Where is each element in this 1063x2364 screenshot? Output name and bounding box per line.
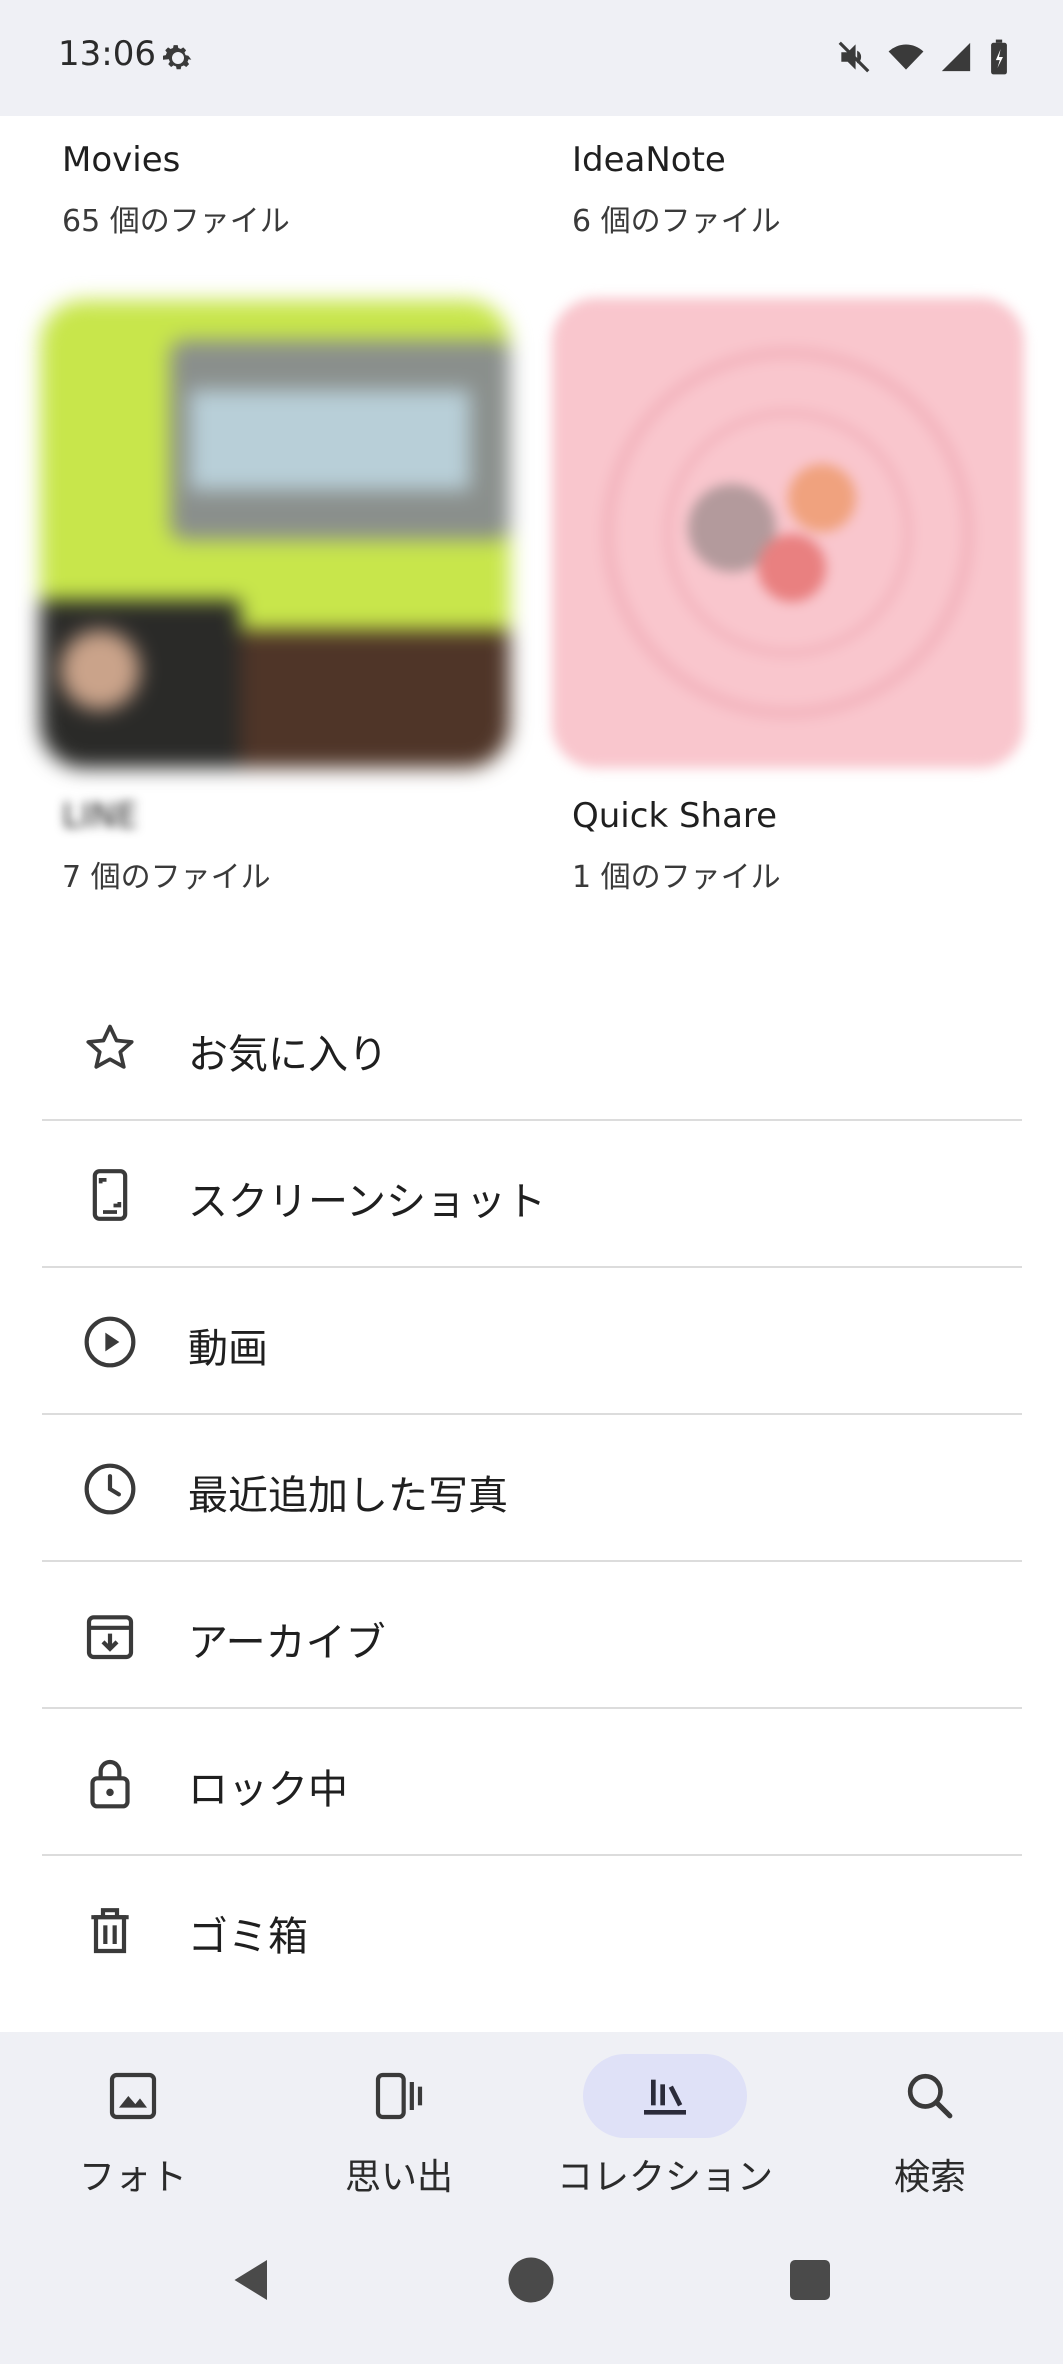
nav-memories[interactable]: 思い出 bbox=[266, 2032, 532, 2252]
utility-trash[interactable]: ゴミ箱 bbox=[42, 1856, 1022, 2001]
utility-screenshots[interactable]: スクリーンショット bbox=[42, 1121, 1022, 1268]
battery-charging-icon bbox=[991, 39, 1007, 75]
nav-label: フォト bbox=[78, 2157, 187, 2198]
utility-label: 動画 bbox=[188, 1326, 268, 1372]
nav-label: 検索 bbox=[893, 2157, 966, 2198]
utility-favorites[interactable]: お気に入り bbox=[42, 974, 1022, 1121]
utility-locked[interactable]: ロック中 bbox=[42, 1709, 1022, 1856]
utility-label: アーカイブ bbox=[188, 1620, 386, 1666]
mute-icon bbox=[838, 41, 870, 73]
utility-videos[interactable]: 動画 bbox=[42, 1268, 1022, 1415]
album-title: Quick Share bbox=[572, 796, 778, 836]
utility-recently-added[interactable]: 最近追加した写真 bbox=[42, 1415, 1022, 1562]
archive-icon bbox=[86, 1615, 134, 1660]
utility-label: ロック中 bbox=[188, 1767, 348, 1813]
quick-share-thumbnail-image bbox=[552, 298, 1024, 768]
utility-label: スクリーンショット bbox=[188, 1179, 546, 1225]
clock-icon bbox=[84, 1463, 136, 1515]
nav-label: 思い出 bbox=[344, 2157, 453, 2198]
nav-collections[interactable]: コレクション bbox=[532, 2032, 798, 2252]
settings-gear-icon bbox=[163, 45, 192, 70]
star-icon bbox=[86, 1024, 134, 1069]
collections-icon bbox=[644, 2079, 686, 2115]
screenshot-icon bbox=[92, 1169, 128, 1221]
back-icon[interactable] bbox=[222, 2250, 282, 2310]
album-count: 7 個のファイル bbox=[62, 860, 271, 895]
album-count: 1 個のファイル bbox=[572, 860, 781, 895]
photo-icon bbox=[109, 2072, 157, 2120]
nav-search[interactable]: 検索 bbox=[797, 2032, 1063, 2252]
line-thumbnail-image bbox=[40, 300, 510, 768]
album-title: Movies bbox=[62, 140, 181, 180]
nav-photos[interactable]: フォト bbox=[0, 2032, 266, 2252]
album-count: 6 個のファイル bbox=[572, 204, 781, 239]
play-circle-icon bbox=[84, 1316, 136, 1368]
status-bar: 13:06 bbox=[0, 0, 1063, 116]
lock-icon bbox=[90, 1759, 130, 1809]
utility-archive[interactable]: アーカイブ bbox=[42, 1562, 1022, 1709]
nav-label: コレクション bbox=[556, 2157, 773, 2198]
search-icon bbox=[907, 2073, 953, 2119]
signal-icon bbox=[941, 42, 971, 72]
album-title: LINE bbox=[62, 796, 138, 836]
album-line-thumbnail[interactable] bbox=[40, 300, 510, 768]
utility-label: 最近追加した写真 bbox=[188, 1473, 508, 1519]
status-time: 13:06 bbox=[58, 34, 156, 74]
album-count: 65 個のファイル bbox=[62, 204, 290, 239]
memories-icon bbox=[375, 2072, 423, 2120]
utility-label: お気に入り bbox=[188, 1032, 388, 1078]
utilities-list: お気に入り スクリーンショット 動画 最近追加した写真 アーカイブ ロック中 ゴ… bbox=[42, 974, 1022, 2001]
utility-label: ゴミ箱 bbox=[188, 1914, 308, 1960]
wifi-icon bbox=[888, 44, 924, 70]
status-icons bbox=[835, 38, 1011, 76]
album-quick-share-thumbnail[interactable] bbox=[552, 298, 1024, 768]
trash-icon bbox=[91, 1908, 129, 1954]
bottom-navigation: フォト 思い出 コレクション 検索 bbox=[0, 2032, 1063, 2364]
recents-icon[interactable] bbox=[780, 2250, 840, 2310]
home-icon[interactable] bbox=[501, 2250, 561, 2310]
album-title: IdeaNote bbox=[572, 140, 726, 180]
